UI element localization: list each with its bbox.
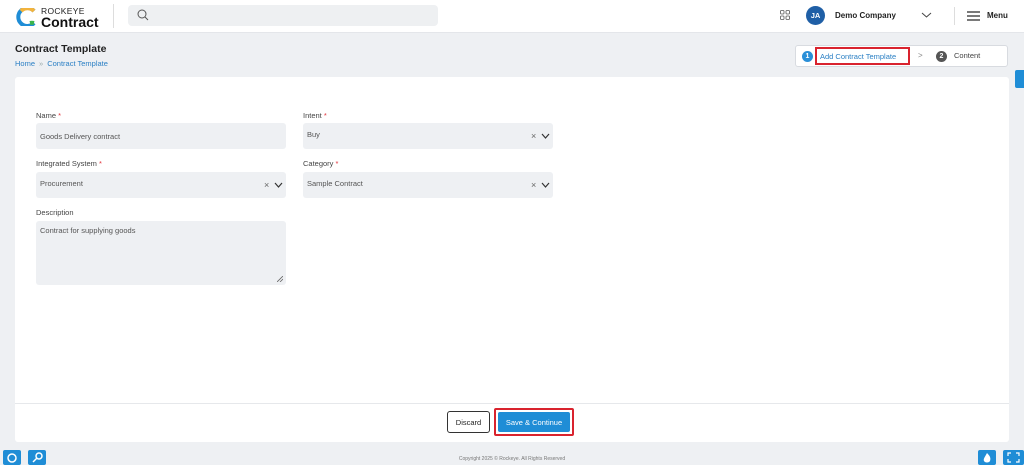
breadcrumb-separator: » xyxy=(39,59,44,68)
description-label: Description xyxy=(36,208,74,217)
top-bar: ROCKEYE Contract JA Demo Company Menu xyxy=(0,0,1024,33)
side-panel-tab[interactable] xyxy=(1015,70,1024,88)
chevron-down-icon[interactable] xyxy=(921,11,932,19)
fullscreen-glyph xyxy=(1007,452,1020,463)
avatar[interactable]: JA xyxy=(806,6,825,25)
resize-handle-icon[interactable] xyxy=(277,276,283,282)
form-card: Name * Goods Delivery contract Intent * … xyxy=(15,77,1009,442)
chevron-down-icon[interactable] xyxy=(274,182,283,188)
save-continue-button[interactable]: Save & Continue xyxy=(498,412,570,432)
divider xyxy=(954,7,955,25)
copyright: Copyright 2025 © Rockeye. All Rights Res… xyxy=(458,456,566,462)
clear-icon[interactable]: × xyxy=(531,131,536,141)
logo[interactable]: ROCKEYE Contract xyxy=(14,5,114,30)
category-select[interactable]: Sample Contract × xyxy=(303,172,553,198)
footer-divider xyxy=(15,403,1009,404)
step-1-number: 1 xyxy=(802,51,813,62)
clear-icon[interactable]: × xyxy=(264,180,269,190)
search-input[interactable] xyxy=(128,5,438,26)
company-name[interactable]: Demo Company xyxy=(835,11,896,20)
integrated-system-select[interactable]: Procurement × xyxy=(36,172,286,198)
fire-glyph xyxy=(983,453,991,463)
step-2-label[interactable]: Content xyxy=(954,51,980,60)
stepper: 1 Add Contract Template > 2 Content xyxy=(795,45,1008,67)
name-label: Name * xyxy=(36,111,62,120)
chevron-right-icon: > xyxy=(918,51,923,60)
integrated-system-value: Procurement xyxy=(40,179,83,188)
hamburger-icon xyxy=(967,11,980,21)
intent-select[interactable]: Buy × xyxy=(303,123,553,149)
search-icon xyxy=(137,9,149,21)
brand-name: Contract xyxy=(41,14,99,30)
category-label: Category * xyxy=(303,159,339,168)
breadcrumb-current[interactable]: Contract Template xyxy=(47,59,108,68)
apps-grid-icon[interactable] xyxy=(780,10,790,20)
fullscreen-icon[interactable] xyxy=(1003,450,1024,465)
breadcrumb-home[interactable]: Home xyxy=(15,59,35,68)
footer: Copyright 2025 © Rockeye. All Rights Res… xyxy=(0,450,1024,465)
menu-label: Menu xyxy=(987,11,1008,20)
chevron-down-icon[interactable] xyxy=(541,182,550,188)
category-value: Sample Contract xyxy=(307,179,363,188)
logo-mark-icon xyxy=(16,8,36,26)
step-1-label: Add Contract Template xyxy=(820,52,897,61)
name-value: Goods Delivery contract xyxy=(40,132,121,141)
integrated-system-label: Integrated System * xyxy=(36,159,102,168)
step-1[interactable]: Add Contract Template xyxy=(815,47,910,65)
menu-button[interactable]: Menu xyxy=(967,8,1019,24)
description-textarea[interactable]: Contract for supplying goods xyxy=(36,221,286,285)
divider xyxy=(113,4,114,28)
step-2-number: 2 xyxy=(936,51,947,62)
intent-value: Buy xyxy=(307,130,320,139)
fire-icon[interactable] xyxy=(978,450,996,465)
page-title: Contract Template xyxy=(15,43,107,55)
chevron-down-icon[interactable] xyxy=(541,133,550,139)
description-value: Contract for supplying goods xyxy=(40,226,136,235)
save-button-highlight: Save & Continue xyxy=(494,408,574,436)
intent-label: Intent * xyxy=(303,111,327,120)
discard-button[interactable]: Discard xyxy=(447,411,490,433)
name-field[interactable]: Goods Delivery contract xyxy=(36,123,286,149)
breadcrumb: Home » Contract Template xyxy=(15,59,108,68)
clear-icon[interactable]: × xyxy=(531,180,536,190)
